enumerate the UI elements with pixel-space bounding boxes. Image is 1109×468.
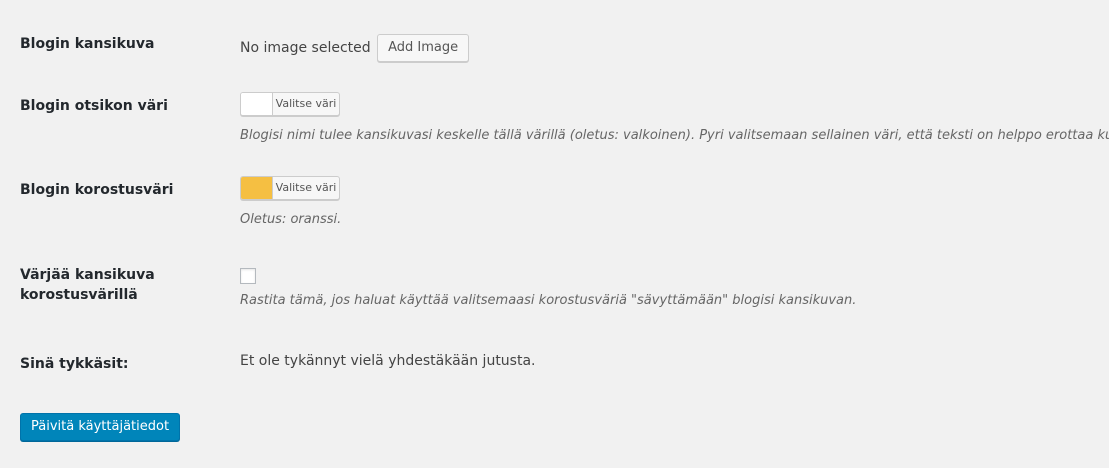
title-color-swatch [241,93,273,115]
cover-image-field: No image selected Add Image [240,34,470,62]
tint-cover-label-line2: korostusvärillä [20,287,138,303]
title-color-description: Blogisi nimi tulee kansikuvasi keskelle … [240,128,1109,143]
title-color-label: Blogin otsikon väri [20,98,168,114]
update-profile-button[interactable]: Päivitä käyttäjätiedot [20,413,181,441]
accent-color-description: Oletus: oranssi. [240,212,342,227]
cover-image-label: Blogin kansikuva [20,36,155,52]
accent-color-label: Blogin korostusväri [20,182,174,198]
tint-cover-label: Värjää kansikuva korostusvärillä [20,265,155,305]
cover-image-status: No image selected [240,40,371,56]
accent-color-picker-button[interactable]: Valitse väri [240,176,340,200]
likes-label: Sinä tykkäsit: [20,356,129,372]
accent-color-picker-label: Valitse väri [275,181,337,194]
accent-color-swatch [241,177,273,199]
likes-value: Et ole tykännyt vielä yhdestäkään jutust… [240,353,536,369]
tint-cover-checkbox[interactable] [240,268,256,284]
tint-cover-description: Rastita tämä, jos haluat käyttää valitse… [240,293,857,308]
tint-cover-label-line1: Värjää kansikuva [20,267,155,283]
add-image-button[interactable]: Add Image [377,34,470,62]
title-color-picker-label: Valitse väri [275,97,337,110]
title-color-picker-button[interactable]: Valitse väri [240,92,340,116]
